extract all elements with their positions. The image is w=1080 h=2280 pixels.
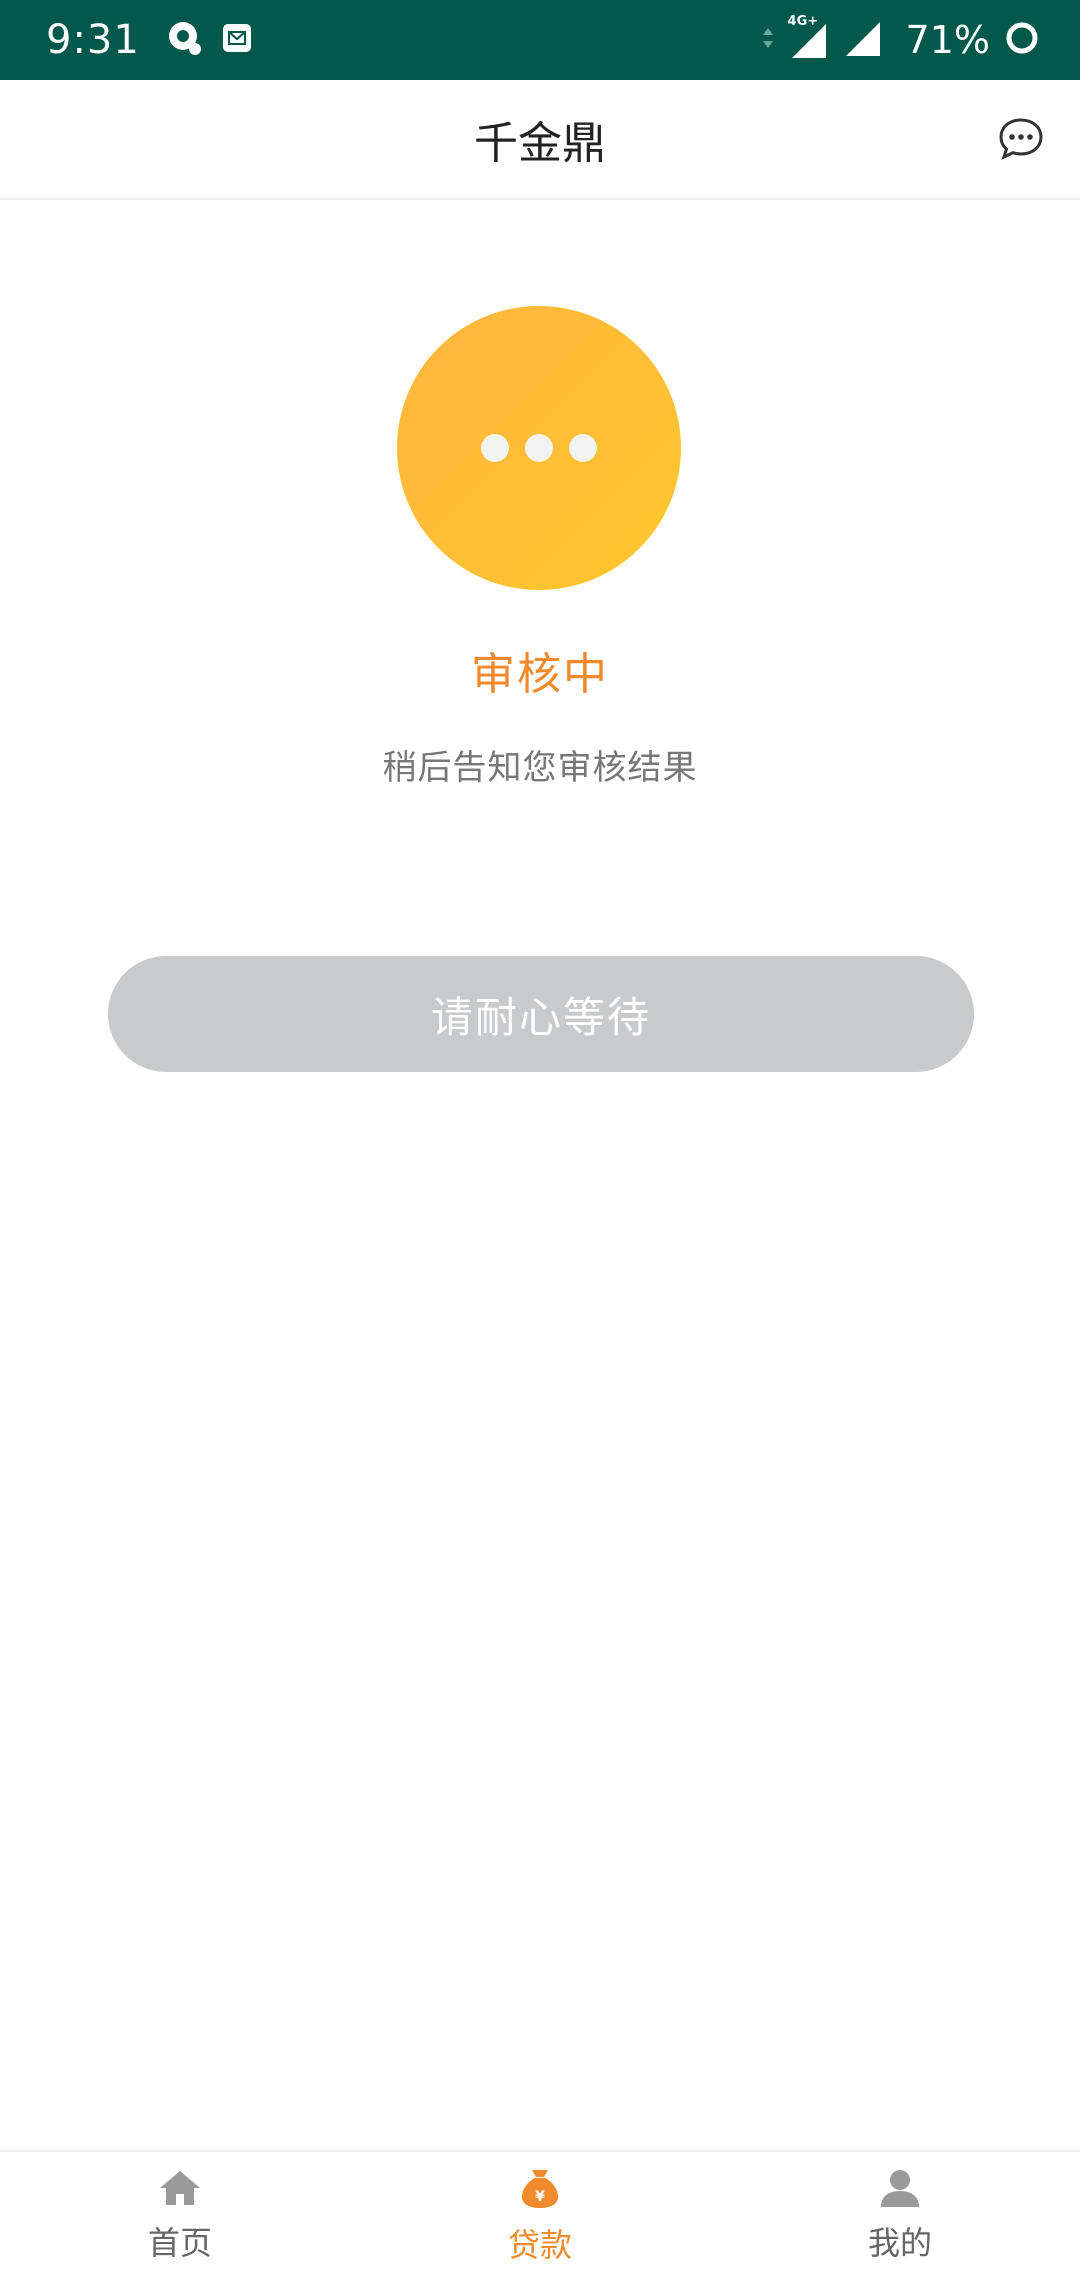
chat-bubble-icon (998, 117, 1044, 165)
nav-item-label: 贷款 (507, 2226, 572, 2264)
page-title: 千金鼎 (474, 118, 606, 169)
nav-item-mine[interactable]: 我的 (720, 2152, 1080, 2280)
status-time: 9:31 (46, 17, 140, 63)
bottom-nav: 首页 ¥ 贷款 我的 (0, 2150, 1080, 2280)
nav-item-label: 我的 (867, 2224, 932, 2262)
nav-item-label: 首页 (147, 2224, 212, 2262)
screen: 9:31 4G+ 71% 千金鼎 审核中 稍后告知您审核结果 请耐心等待 首页 … (0, 0, 1080, 2280)
battery-ring-icon (1004, 20, 1040, 60)
status-title: 审核中 (471, 649, 609, 700)
ellipsis-icon-dot (569, 434, 597, 462)
status-bar: 9:31 4G+ 71% (0, 0, 1080, 80)
ellipsis-icon-dot (481, 434, 509, 462)
ellipsis-icon-dot (525, 434, 553, 462)
status-right: 4G+ 71% (762, 14, 1040, 62)
review-status-circle (397, 306, 681, 590)
battery-percentage: 71% (905, 18, 990, 62)
app-header: 千金鼎 (0, 80, 1080, 200)
status-subtitle: 稍后告知您审核结果 (382, 748, 698, 788)
money-bag-icon: ¥ (520, 2166, 560, 2214)
data-arrows-icon (762, 26, 774, 54)
svg-text:¥: ¥ (535, 2189, 545, 2205)
message-button[interactable] (996, 116, 1046, 166)
person-icon (878, 2168, 922, 2212)
network-type-label: 4G+ (787, 14, 819, 29)
cell-signal-icon: 4G+ (788, 14, 828, 60)
app-notification-icon (166, 19, 204, 61)
please-wait-button[interactable]: 请耐心等待 (108, 956, 974, 1072)
wifi-signal-icon (842, 18, 882, 62)
notification-icons (166, 19, 252, 61)
nav-item-loan[interactable]: ¥ 贷款 (360, 2152, 720, 2280)
home-icon (158, 2168, 202, 2212)
mail-notification-icon (222, 23, 252, 57)
nav-item-home[interactable]: 首页 (0, 2152, 360, 2280)
